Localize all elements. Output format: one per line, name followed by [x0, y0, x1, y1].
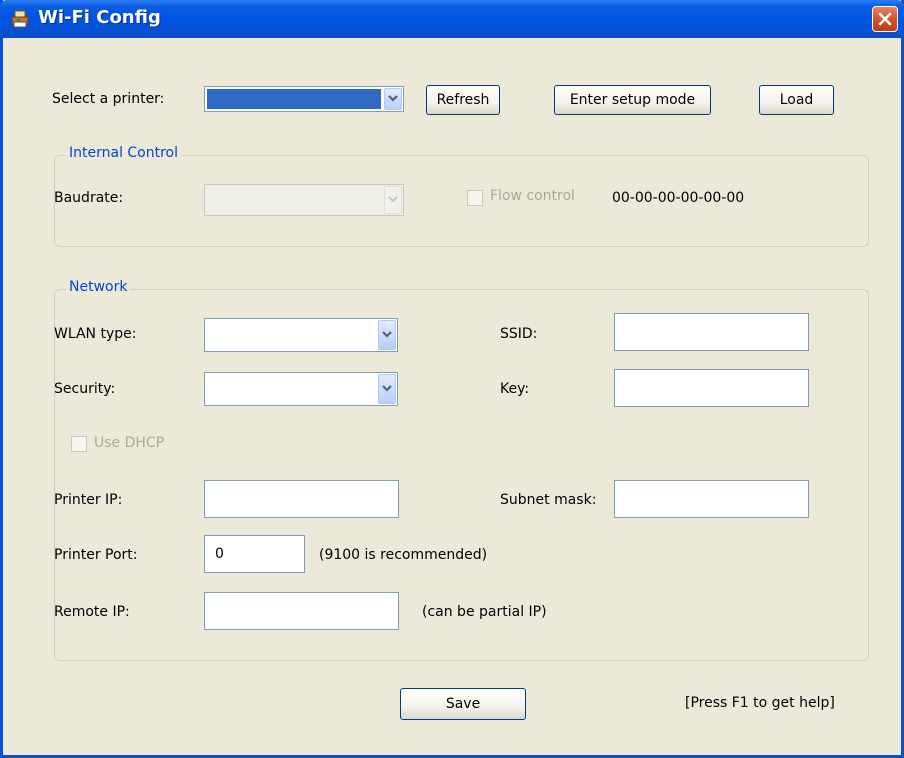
- refresh-button[interactable]: Refresh: [426, 85, 500, 115]
- security-label: Security:: [54, 381, 116, 397]
- wlan-type-dropdown-button[interactable]: [378, 320, 396, 350]
- printer-select[interactable]: [204, 86, 404, 112]
- printer-app-icon: [11, 10, 29, 28]
- baudrate-label: Baudrate:: [54, 190, 124, 206]
- printer-select-dropdown-button[interactable]: [384, 88, 402, 110]
- help-hint: [Press F1 to get help]: [685, 695, 835, 711]
- printer-select-highlight: [207, 89, 381, 109]
- printer-ip-input[interactable]: [204, 480, 399, 518]
- use-dhcp-label: Use DHCP: [94, 435, 165, 451]
- printer-port-hint: (9100 is recommended): [319, 547, 488, 563]
- wifi-config-window: Wi-Fi Config Select a printer: Refresh E…: [0, 0, 904, 758]
- subnet-mask-label: Subnet mask:: [500, 492, 597, 508]
- ssid-input[interactable]: [614, 313, 809, 351]
- close-button[interactable]: [872, 6, 898, 32]
- wlan-type-label: WLAN type:: [54, 326, 137, 342]
- printer-port-input[interactable]: [204, 535, 305, 573]
- remote-ip-hint: (can be partial IP): [422, 604, 547, 620]
- window-title: Wi-Fi Config: [38, 7, 161, 28]
- select-printer-label: Select a printer:: [52, 91, 165, 107]
- subnet-mask-input[interactable]: [614, 480, 809, 518]
- internal-control-group: [54, 155, 869, 247]
- baudrate-select[interactable]: [204, 184, 404, 216]
- printer-port-label: Printer Port:: [54, 547, 138, 563]
- flow-control-checkbox[interactable]: [467, 190, 483, 206]
- save-button[interactable]: Save: [400, 688, 526, 720]
- security-select[interactable]: [204, 372, 398, 406]
- printer-ip-label: Printer IP:: [54, 492, 123, 508]
- title-bar: Wi-Fi Config: [0, 0, 904, 38]
- remote-ip-label: Remote IP:: [54, 604, 130, 620]
- security-dropdown-button[interactable]: [378, 374, 396, 404]
- chevron-down-icon: [388, 95, 398, 102]
- wlan-type-select[interactable]: [204, 318, 398, 352]
- chevron-down-icon: [382, 385, 392, 392]
- load-button[interactable]: Load: [759, 85, 834, 115]
- key-input[interactable]: [614, 369, 809, 407]
- flow-control-label: Flow control: [490, 188, 575, 204]
- enter-setup-mode-button[interactable]: Enter setup mode: [554, 85, 711, 115]
- key-label: Key:: [500, 381, 530, 397]
- internal-control-title: Internal Control: [66, 145, 182, 161]
- mac-address-value: 00-00-00-00-00-00: [612, 190, 745, 206]
- ssid-label: SSID:: [500, 326, 538, 342]
- close-icon: [878, 12, 892, 26]
- chevron-down-icon: [382, 331, 392, 338]
- network-title: Network: [66, 279, 131, 295]
- remote-ip-input[interactable]: [204, 592, 399, 630]
- chevron-down-icon: [388, 196, 398, 203]
- baudrate-dropdown-button[interactable]: [384, 186, 402, 214]
- use-dhcp-checkbox[interactable]: [71, 436, 87, 452]
